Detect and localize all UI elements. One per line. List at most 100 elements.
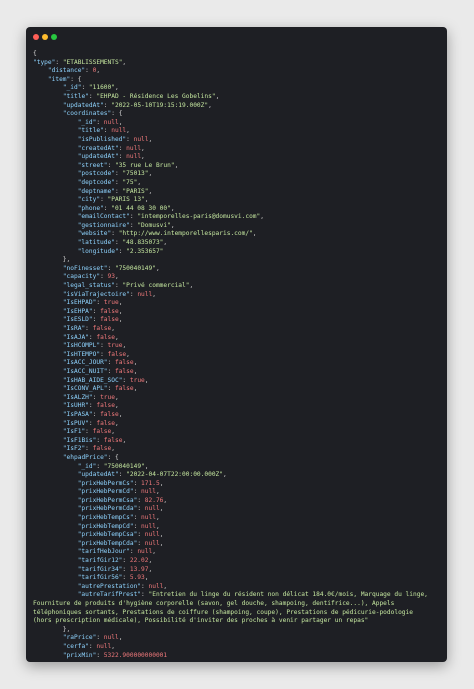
json-key: "IsHTEMPO" (62, 350, 101, 358)
json-punctuation: , (111, 428, 115, 436)
json-punctuation (33, 540, 78, 547)
json-punctuation (33, 196, 78, 203)
maximize-dot-icon[interactable] (51, 34, 57, 40)
json-key: "isPublished" (77, 135, 127, 143)
json-punctuation: : { (111, 110, 123, 118)
code-line: "longitude": "2.353657" (33, 248, 443, 257)
json-punctuation (33, 377, 63, 384)
code-line: "prixMin": 5322.900000000001 (33, 652, 443, 661)
json-value: null (144, 531, 160, 539)
code-line: "IsACC_JOUR": false, (33, 359, 443, 368)
close-dot-icon[interactable] (33, 34, 39, 40)
json-punctuation: : (122, 574, 130, 582)
json-key: "prixMin" (62, 651, 97, 659)
json-punctuation: : (100, 273, 108, 281)
json-key: "deptcode" (77, 178, 115, 186)
code-line: "isPublished": null, (33, 136, 443, 145)
json-punctuation: }, (33, 625, 71, 633)
minimize-dot-icon[interactable] (42, 34, 48, 40)
json-punctuation (33, 273, 63, 280)
json-punctuation: : (100, 342, 108, 350)
json-key: "prixHebTempCd" (77, 522, 134, 530)
json-string: "Privé commercial" (122, 282, 190, 290)
json-punctuation (33, 102, 63, 109)
json-value: false (103, 436, 123, 444)
json-punctuation: , (133, 367, 138, 375)
json-punctuation (33, 282, 63, 289)
code-line: "postcode": "75013", (33, 170, 443, 179)
json-key: "title" (77, 127, 104, 135)
json-string: "intemporelles-paris@domusvi.com" (137, 213, 261, 221)
json-punctuation (33, 188, 78, 195)
json-punctuation: : (133, 522, 142, 530)
json-value: true (100, 393, 115, 401)
json-punctuation: : (96, 462, 104, 470)
json-punctuation (33, 342, 63, 349)
json-value: false (114, 367, 134, 375)
json-key: "cerfa" (62, 642, 89, 650)
json-punctuation (33, 634, 63, 641)
json-punctuation (33, 488, 78, 495)
code-line: "isViaTrajectoire": null, (33, 291, 443, 300)
json-punctuation: , (144, 574, 149, 582)
code-line: "tarifHebJour": null, (33, 548, 443, 557)
json-punctuation (33, 239, 78, 246)
json-punctuation (33, 316, 63, 323)
code-line: "IsAJA": false, (33, 334, 443, 343)
json-key: "emailContact" (77, 213, 130, 221)
json-punctuation: : (137, 496, 145, 504)
json-punctuation: , (111, 325, 115, 332)
code-line: "prixHebPermCda": null, (33, 505, 443, 514)
json-punctuation (33, 76, 48, 83)
code-line: "IsCONV_APL": false, (33, 385, 443, 394)
json-punctuation (33, 119, 78, 126)
code-line: "street": "35 rue Le Brun", (33, 162, 443, 171)
json-key: "website" (77, 230, 112, 238)
json-punctuation: , (189, 282, 194, 290)
json-punctuation: : (92, 316, 101, 324)
code-line: "legal_status": "Privé commercial", (33, 282, 443, 291)
json-punctuation (33, 110, 63, 117)
json-punctuation (33, 643, 63, 650)
json-punctuation (33, 497, 78, 504)
json-string: "ETABLISSEMENTS" (62, 58, 123, 66)
json-punctuation (33, 385, 63, 392)
code-line: "prixHebPermCs": 171.5, (33, 480, 443, 489)
json-value: false (96, 419, 115, 427)
json-punctuation (33, 291, 63, 298)
json-punctuation: : (96, 651, 104, 659)
code-line: "IsACC_NUIT": false, (33, 368, 443, 377)
json-string: "35 rue Le Brun" (114, 161, 175, 169)
json-punctuation: , (208, 101, 212, 109)
code-line: { (33, 50, 443, 59)
json-key: "title" (62, 92, 89, 100)
json-punctuation (33, 471, 78, 478)
json-string: téléphoniques sortants, Prestations de c… (33, 608, 413, 616)
json-punctuation: : (111, 230, 119, 238)
code-line: "noFinesset": "750040149", (33, 265, 443, 274)
json-punctuation (33, 359, 63, 366)
json-punctuation (33, 411, 63, 418)
json-punctuation (33, 531, 78, 538)
json-punctuation: , (148, 170, 153, 178)
json-value: false (96, 333, 115, 341)
json-punctuation: , (122, 436, 127, 444)
json-punctuation: , (118, 299, 123, 307)
code-line: "phone": "01 44 08 30 00", (33, 205, 443, 214)
json-punctuation: , (118, 307, 123, 315)
json-key: "IsUHR" (62, 402, 89, 410)
json-key: "prixHebTempCs" (77, 514, 134, 522)
json-key: "autrePrestation" (77, 582, 142, 590)
json-key: "tarifGir34" (77, 565, 123, 573)
code-line: "coordinates": { (33, 110, 443, 119)
json-punctuation (33, 445, 63, 452)
json-punctuation: : (107, 264, 115, 272)
json-punctuation: , (159, 531, 164, 539)
code-line: "tarifGir34": 13.97, (33, 566, 443, 575)
json-punctuation: : { (70, 75, 82, 83)
json-punctuation (33, 394, 63, 401)
code-line: "latitude": "48.835073", (33, 239, 443, 248)
json-key: "updatedAt" (77, 153, 119, 161)
json-key: "IsAJA" (62, 333, 89, 341)
json-key: "IsF1Bis" (62, 436, 97, 444)
